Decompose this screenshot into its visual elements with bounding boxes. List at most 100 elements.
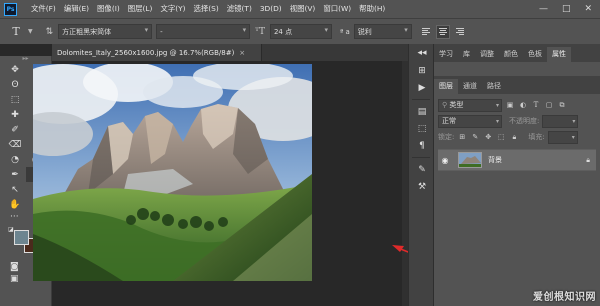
- layer-filter-row: ⚲ 类型 ▣ ◐ T ▢ ⧉: [438, 97, 596, 113]
- lock-pixels-icon[interactable]: ⊞: [457, 132, 467, 142]
- menu-3d[interactable]: 3D(D): [256, 0, 286, 18]
- photoshop-logo[interactable]: Ps: [4, 2, 17, 16]
- minimize-icon[interactable]: —: [539, 4, 548, 14]
- layer-row-background[interactable]: ◉ 背景 🔒︎: [438, 149, 596, 171]
- panel-grip-icon[interactable]: ◂◂: [409, 44, 435, 62]
- character-panel-icon[interactable]: ¶: [409, 137, 435, 154]
- type-tool-preset-icon[interactable]: T: [4, 22, 28, 42]
- tab-libraries[interactable]: 库: [458, 47, 475, 62]
- pen-tool-icon[interactable]: ✒: [4, 167, 26, 182]
- opacity-input[interactable]: [542, 114, 579, 128]
- lock-artboard-icon[interactable]: ⬚: [496, 132, 506, 142]
- font-family-select[interactable]: 方正粗黑宋简体: [58, 24, 153, 39]
- layer-filter-label: 类型: [449, 101, 464, 109]
- watermark-text: 爱创根知识网: [533, 292, 596, 303]
- layer-panel-tabs: 图层 通道 路径: [434, 76, 600, 94]
- antialias-select[interactable]: 锐利: [353, 24, 412, 39]
- blend-row: 正常 不透明度:: [438, 113, 596, 129]
- filter-shape-icon[interactable]: ▢: [544, 100, 554, 110]
- lock-label: 锁定:: [438, 133, 455, 141]
- tab-properties[interactable]: 属性: [547, 47, 571, 62]
- hand-tool-icon[interactable]: ✋: [4, 197, 26, 212]
- move-tool-icon[interactable]: ✥: [4, 62, 26, 77]
- menu-image[interactable]: 图像(I): [93, 0, 124, 18]
- maximize-icon[interactable]: □: [562, 4, 571, 14]
- layers-panel-body: ⚲ 类型 ▣ ◐ T ▢ ⧉ 正常 不透明度: 锁定: ⊞ ✎ ✥ ⬚ 🔒︎ 填…: [434, 94, 600, 284]
- healing-brush-tool-icon[interactable]: ✚: [4, 107, 26, 122]
- blend-mode-select[interactable]: 正常: [438, 114, 502, 128]
- menu-layer[interactable]: 图层(L): [124, 0, 157, 18]
- path-select-tool-icon[interactable]: ↖: [4, 182, 26, 197]
- top-panel-tabs: 学习 库 调整 颜色 色板 属性: [434, 44, 600, 62]
- layer-name: 背景: [488, 156, 502, 164]
- font-size-select[interactable]: 24 点: [269, 24, 332, 39]
- lock-paint-icon[interactable]: ✎: [470, 132, 480, 142]
- visibility-eye-icon[interactable]: ◉: [438, 156, 452, 165]
- menu-view[interactable]: 视图(V): [286, 0, 320, 18]
- tab-color[interactable]: 颜色: [499, 47, 523, 62]
- options-bar: T ▼ ⇅ 方正粗黑宋简体 - ᵀT 24 点 ª a 锐利: [0, 18, 600, 44]
- layer-filter-select[interactable]: ⚲ 类型: [438, 98, 502, 112]
- tab-layers[interactable]: 图层: [434, 79, 458, 94]
- layer-thumbnail-image: [459, 153, 481, 167]
- filter-pixel-icon[interactable]: ▣: [505, 100, 515, 110]
- lasso-tool-icon[interactable]: ʘ: [4, 77, 26, 92]
- clone-stamp-tool-icon[interactable]: ✐: [4, 122, 26, 137]
- menu-file[interactable]: 文件(F): [27, 0, 60, 18]
- history-panel-icon[interactable]: ⊞: [409, 62, 435, 79]
- layers-empty-area: [438, 171, 596, 281]
- layer-lock-icon: 🔒︎: [586, 155, 590, 164]
- fill-input[interactable]: [547, 130, 578, 144]
- text-orientation-icon[interactable]: ⇅: [46, 27, 54, 37]
- actions-panel-icon[interactable]: ▶: [409, 79, 435, 96]
- menu-select[interactable]: 选择(S): [190, 0, 223, 18]
- menu-help[interactable]: 帮助(H): [355, 0, 389, 18]
- right-panels: 学习 库 调整 颜色 色板 属性 图层 通道 路径 ⚲ 类型 ▣ ◐ T ▢ ⧉…: [434, 44, 600, 306]
- canvas-image[interactable]: [33, 64, 312, 281]
- tab-swatches[interactable]: 色板: [523, 47, 547, 62]
- align-center-button[interactable]: [435, 24, 450, 39]
- document-tab-title: Dolomites_Italy_2560x1600.jpg @ 16.7%(RG…: [57, 48, 235, 57]
- tab-strip: [262, 44, 408, 61]
- layer-thumbnail: [458, 152, 482, 168]
- tab-adjustments[interactable]: 调整: [475, 47, 499, 62]
- font-style-select[interactable]: -: [156, 24, 251, 39]
- tab-learn[interactable]: 学习: [434, 47, 458, 62]
- filter-smart-icon[interactable]: ⧉: [557, 100, 567, 110]
- filter-type-icon[interactable]: T: [531, 100, 541, 110]
- lock-row: 锁定: ⊞ ✎ ✥ ⬚ 🔒︎ 填充:: [438, 129, 596, 145]
- align-right-button[interactable]: [452, 25, 466, 39]
- chevron-down-icon[interactable]: ▼: [28, 28, 33, 35]
- lock-position-icon[interactable]: ✥: [483, 132, 493, 142]
- tab-paths[interactable]: 路径: [482, 79, 506, 94]
- menu-bar: Ps 文件(F) 编辑(E) 图像(I) 图层(L) 文字(Y) 选择(S) 滤…: [0, 0, 600, 18]
- menu-window[interactable]: 窗口(W): [319, 0, 355, 18]
- default-colors-icon[interactable]: ◪: [8, 226, 14, 233]
- foreground-color-swatch[interactable]: [14, 230, 29, 245]
- separator: [412, 99, 430, 100]
- brush-settings-icon[interactable]: ✎: [409, 161, 435, 178]
- eraser-tool-icon[interactable]: ⌫: [4, 137, 26, 152]
- document-tab[interactable]: Dolomites_Italy_2560x1600.jpg @ 16.7%(RG…: [52, 44, 262, 61]
- blur-tool-icon[interactable]: ◔: [4, 152, 26, 167]
- collapsed-panels-strip: ◂◂ ⊞ ▶ ▤ ⬚ ¶ ✎ ⚒: [408, 44, 434, 306]
- tool-presets-icon[interactable]: ⚒: [409, 178, 435, 195]
- close-icon[interactable]: ✕: [584, 4, 592, 14]
- align-left-button[interactable]: [420, 25, 434, 39]
- close-document-icon[interactable]: ×: [239, 49, 245, 57]
- crop-tool-icon[interactable]: ⬚: [4, 92, 26, 107]
- menu-edit[interactable]: 编辑(E): [60, 0, 93, 18]
- properties-body: [434, 62, 600, 76]
- tab-channels[interactable]: 通道: [458, 79, 482, 94]
- filter-adjust-icon[interactable]: ◐: [518, 100, 528, 110]
- lock-all-icon[interactable]: 🔒︎: [509, 132, 519, 142]
- antialias-label: ª a: [339, 27, 350, 36]
- navigator-panel-icon[interactable]: ⬚: [409, 120, 435, 137]
- info-panel-icon[interactable]: ▤: [409, 103, 435, 120]
- opacity-label: 不透明度:: [509, 117, 540, 125]
- search-icon: ⚲: [442, 101, 450, 109]
- separator: [412, 157, 430, 158]
- window-controls: — □ ✕: [539, 4, 592, 14]
- menu-type[interactable]: 文字(Y): [156, 0, 189, 18]
- menu-filter[interactable]: 滤镜(T): [223, 0, 256, 18]
